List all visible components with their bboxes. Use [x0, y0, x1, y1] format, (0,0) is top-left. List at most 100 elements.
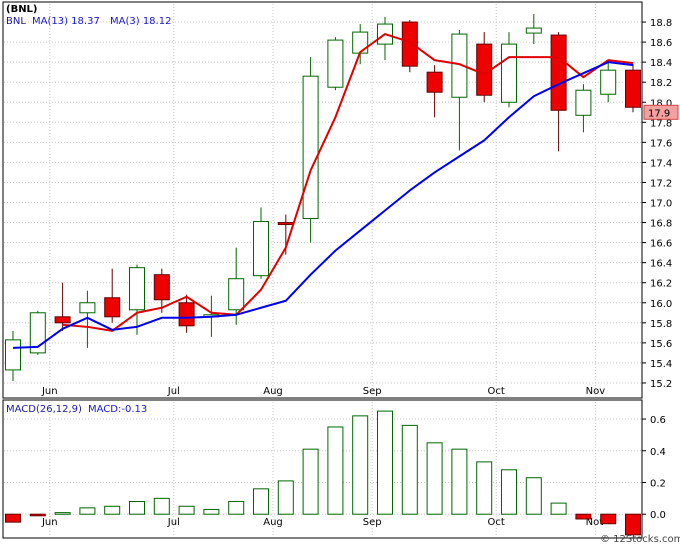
price-y-tick-label: 17.6 [650, 138, 672, 149]
macd-bar-positive [525, 477, 542, 515]
macd-bar-negative [625, 513, 641, 536]
macd-bar-negative [5, 513, 21, 523]
price-panel-frame [2, 1, 643, 399]
price-y-axis: 15.2 15.4 15.6 15.8 16.0 16.2 16.4 16.6 16.8 17.0… [642, 18, 672, 390]
macd-bar-positive [203, 508, 220, 515]
price-y-tick-label: 17.2 [650, 178, 672, 189]
candle-body-down [54, 316, 71, 324]
candle-body-down [550, 34, 567, 111]
macd-legend-entry: MACD:-0.13 [88, 404, 147, 415]
macd-bar-negative [600, 513, 617, 525]
price-y-tick-label: 18.2 [650, 78, 672, 89]
macd-bar-positive [178, 505, 195, 515]
price-x-tick-label: Jun [41, 386, 58, 397]
macd-bar-positive [550, 502, 567, 515]
candle-body-up [302, 75, 319, 220]
price-legend-entry: MA(3) 18.12 [110, 16, 171, 27]
candle-body-up [79, 302, 96, 314]
stock-chart: 15.2 15.4 15.6 15.8 16.0 16.2 16.4 16.6 16.8 17.0… [2, 1, 680, 545]
watermark-text: © 12Stocks.com [600, 534, 680, 545]
chart-stage: 15.2 15.4 15.6 15.8 16.0 16.2 16.4 16.6 16.8 17.0… [0, 0, 680, 546]
macd-bar-positive [104, 505, 121, 515]
macd-bar-positive [253, 488, 269, 515]
price-y-tick-label: 16.6 [650, 239, 672, 250]
price-y-tick-label: 17.0 [650, 199, 672, 210]
macd-x-tick-label: Jul [167, 517, 180, 528]
candle-body-up [228, 278, 245, 311]
candle-body-up [5, 339, 21, 371]
price-x-tick-label: Oct [488, 386, 505, 397]
candle-body-down [426, 71, 443, 93]
price-y-tick-label: 15.4 [650, 359, 672, 370]
price-y-tick-label: 16.8 [650, 219, 672, 230]
candle-body-up [525, 27, 542, 34]
candle-body-down [104, 297, 121, 318]
macd-bar-negative [29, 513, 46, 517]
macd-bar-positive [327, 426, 344, 515]
macd-y-tick-label: 0.2 [650, 478, 666, 489]
candle [302, 57, 319, 243]
price-y-tick-label: 18.8 [650, 18, 672, 29]
candle-body-down [178, 302, 195, 327]
last-price-marker: 17.9 [643, 104, 679, 120]
price-y-tick-label: 17.4 [650, 158, 672, 169]
macd-bar-positive [277, 480, 294, 515]
price-y-tick-label: 18.6 [650, 38, 672, 49]
macd-x-tick-label: Jun [41, 517, 58, 528]
price-y-tick-label: 16.0 [650, 299, 672, 310]
macd-bar-positive [153, 497, 170, 515]
price-y-tick-label: 16.4 [650, 259, 672, 270]
candle-body-down [277, 222, 294, 226]
macd-panel-frame [2, 399, 643, 539]
macd-bar-positive [79, 507, 96, 515]
chart-symbol: (BNL) [6, 4, 38, 15]
price-y-tick-label: 15.2 [650, 379, 672, 390]
price-y-tick-label: 15.8 [650, 319, 672, 330]
candle [625, 64, 641, 113]
price-y-tick-label: 16.2 [650, 279, 672, 290]
last-price-label: 17.9 [648, 108, 670, 119]
macd-bar-positive [476, 461, 493, 515]
macd-bar-positive [129, 501, 145, 515]
macd-bar-positive [426, 442, 443, 515]
macd-bar-positive [501, 469, 517, 515]
candle-body-up [600, 69, 617, 95]
macd-y-tick-label: 0.6 [650, 415, 666, 426]
macd-bar-positive [401, 424, 418, 515]
macd-x-tick-label: Oct [488, 517, 505, 528]
macd-x-tick-label: Sep [363, 517, 382, 528]
price-y-tick-label: 18.4 [650, 58, 672, 69]
macd-y-tick-label: 0.4 [650, 447, 666, 458]
macd-bar-positive [451, 448, 468, 515]
candle-body-up [253, 221, 269, 277]
macd-bar-positive [302, 448, 319, 515]
macd-bar-positive [228, 501, 245, 515]
macd-y-tick-label: 0.0 [650, 510, 666, 521]
candle-body-up [129, 267, 145, 311]
price-x-tick-label: Aug [263, 386, 283, 397]
candle-body-up [575, 89, 592, 116]
price-legend-entry: BNL [6, 16, 26, 27]
macd-x-tick-label: Aug [263, 517, 283, 528]
macd-bar-negative [575, 513, 592, 520]
candle [327, 37, 344, 91]
macd-bar-positive [54, 512, 71, 515]
price-y-tick-label: 17.8 [650, 118, 672, 129]
candle-body-down [625, 69, 641, 108]
candle-body-down [153, 274, 170, 301]
candle-body-up [501, 43, 517, 103]
price-x-tick-label: Jul [167, 386, 180, 397]
macd-bar-positive [377, 410, 393, 515]
price-x-tick-label: Sep [363, 386, 382, 397]
macd-y-axis: 0.0 0.2 0.4 0.6 [642, 415, 666, 521]
candle-body-down [401, 21, 418, 67]
candle-body-up [327, 39, 344, 88]
candle-body-up [352, 31, 369, 54]
macd-legend-entry: MACD(26,12,9) [6, 404, 82, 415]
candle [29, 310, 46, 355]
macd-bar-positive [352, 415, 369, 515]
price-legend-entry: MA(13) 18.37 [32, 16, 100, 27]
macd-legend: MACD(26,12,9) MACD:-0.13 [6, 404, 147, 415]
price-y-tick-label: 15.6 [650, 339, 672, 350]
price-x-tick-label: Nov [586, 386, 606, 397]
